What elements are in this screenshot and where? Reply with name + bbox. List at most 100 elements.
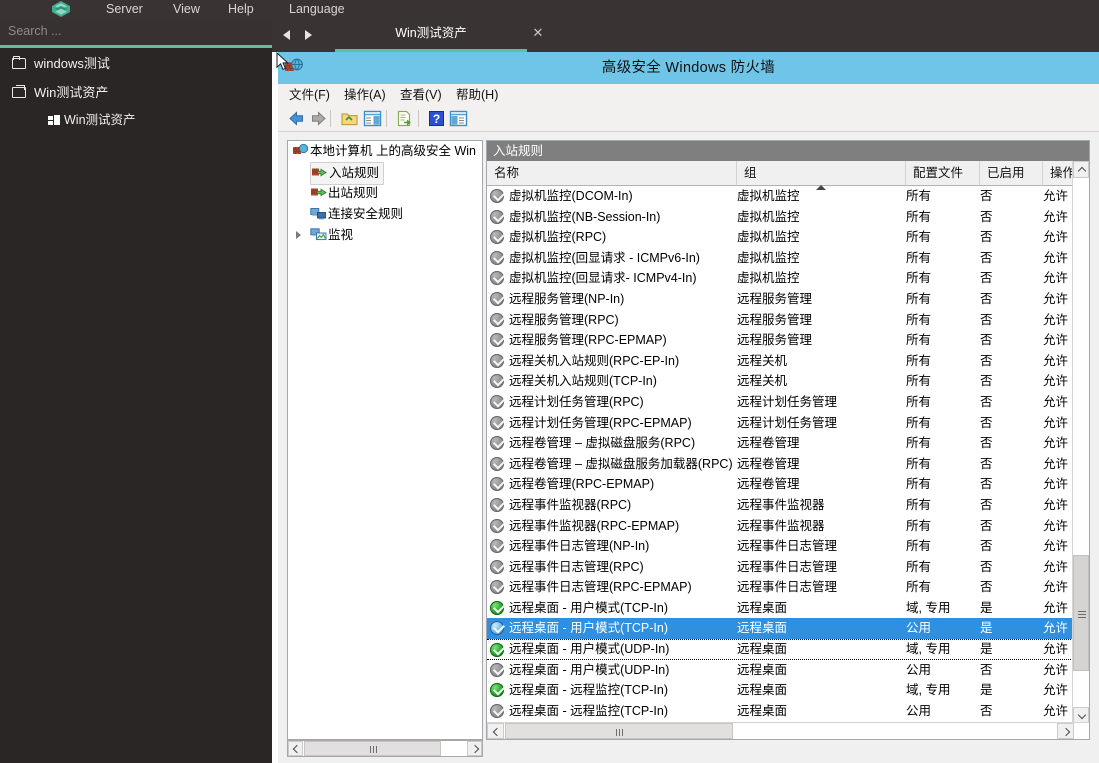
cell-enabled: 是 <box>980 642 993 657</box>
column-header-name[interactable]: 名称 <box>487 161 737 186</box>
table-row[interactable]: 远程计划任务管理(RPC) 远程计划任务管理 所有 否 允许 <box>487 392 1073 413</box>
menu-view[interactable]: View <box>173 0 200 18</box>
sidebar-item-win-test-asset[interactable]: Win测试资产 <box>0 77 272 106</box>
tree-item-inbound-rules[interactable]: 入站规则 <box>288 162 482 185</box>
list-vscrollbar[interactable] <box>1072 161 1089 724</box>
table-row[interactable]: 远程事件日志管理(RPC) 远程事件日志管理 所有 否 允许 <box>487 557 1073 578</box>
rule-disabled-icon <box>490 415 506 430</box>
sidebar-item-windows-test[interactable]: windows测试 <box>0 48 272 77</box>
hscroll-thumb[interactable] <box>505 723 733 739</box>
table-row[interactable]: 远程关机入站规则(TCP-In) 远程关机 所有 否 允许 <box>487 371 1073 392</box>
chevron-right-icon[interactable] <box>467 741 482 756</box>
cell-name: 远程卷管理 – 虚拟磁盘服务加载器(RPC) <box>509 456 733 471</box>
rule-enabled-icon <box>490 643 506 658</box>
menu-action[interactable]: 操作(A) <box>344 84 386 106</box>
column-header-action[interactable]: 操作 <box>1043 161 1075 186</box>
menu-server[interactable]: Server <box>106 0 143 18</box>
table-row[interactable]: 虚拟机监控(RPC) 虚拟机监控 所有 否 允许 <box>487 227 1073 248</box>
sidebar-item-win-test-asset-host[interactable]: Win测试资产 <box>0 106 272 135</box>
show-hide-console-tree-icon[interactable] <box>363 109 382 128</box>
tree-item-outbound-rules[interactable]: 出站规则 <box>288 183 482 204</box>
table-row[interactable]: 虚拟机监控(回显请求 - ICMPv6-In) 虚拟机监控 所有 否 允许 <box>487 248 1073 269</box>
check-icon <box>492 313 506 326</box>
rule-disabled-icon <box>490 374 506 389</box>
check-icon <box>492 601 506 614</box>
table-row[interactable]: 虚拟机监控(NB-Session-In) 虚拟机监控 所有 否 允许 <box>487 207 1073 228</box>
cell-name: 远程桌面 - 用户模式(UDP-In) <box>509 642 670 657</box>
cell-group: 远程计划任务管理 <box>737 415 838 430</box>
cell-profile: 公用 <box>906 662 932 677</box>
console-tree-hscrollbar[interactable] <box>287 740 483 757</box>
chevron-up-icon[interactable] <box>1073 161 1089 178</box>
column-header-group[interactable]: 组 <box>737 161 906 190</box>
table-row[interactable]: 远程事件日志管理(NP-In) 远程事件日志管理 所有 否 允许 <box>487 536 1073 557</box>
check-icon <box>492 498 506 511</box>
arrow-right-icon[interactable] <box>304 27 318 43</box>
menu-help[interactable]: 帮助(H) <box>456 84 498 106</box>
table-row[interactable]: 远程桌面 - 远程监控(TCP-In) 远程桌面 公用 否 允许 <box>487 701 1073 722</box>
tab-win-test-asset[interactable]: Win测试资产 <box>332 18 530 52</box>
table-row[interactable]: 远程服务管理(RPC-EPMAP) 远程服务管理 所有 否 允许 <box>487 330 1073 351</box>
column-label: 名称 <box>494 166 520 180</box>
table-row[interactable]: 远程事件监视器(RPC) 远程事件监视器 所有 否 允许 <box>487 495 1073 516</box>
sidebar-item-label: windows测试 <box>34 56 110 72</box>
show-action-pane-icon[interactable] <box>449 109 468 128</box>
rules-rows[interactable]: 虚拟机监控(DCOM-In) 虚拟机监控 所有否允许 虚拟机监控(NB-Session… <box>487 186 1073 724</box>
table-row[interactable]: 远程桌面 - 用户模式(UDP-In) 远程桌面 域, 专用 是 允许 <box>487 639 1073 660</box>
cell-action: 允许 <box>1043 559 1069 574</box>
console-tree[interactable]: 本地计算机 上的高级安全 Win 入站规则 出站规则 连接安全规则 监视 <box>287 140 483 740</box>
menu-language[interactable]: Language <box>289 0 345 18</box>
tree-item-monitoring[interactable]: 监视 <box>288 225 482 246</box>
hscroll-thumb[interactable] <box>304 741 441 756</box>
check-icon <box>492 374 506 387</box>
chevron-right-icon[interactable] <box>1057 723 1074 739</box>
cell-profile: 所有 <box>906 250 932 265</box>
table-row[interactable]: 远程卷管理(RPC-EPMAP) 远程卷管理 所有 否 允许 <box>487 474 1073 495</box>
table-row[interactable]: 远程计划任务管理(RPC-EPMAP) 远程计划任务管理 所有 否 允许 <box>487 413 1073 434</box>
column-header-enabled[interactable]: 已启用 <box>980 161 1043 186</box>
tree-item-connection-security-rules[interactable]: 连接安全规则 <box>288 204 482 225</box>
chevron-left-icon[interactable] <box>288 741 303 756</box>
cell-profile: 所有 <box>906 436 932 451</box>
monitoring-icon <box>310 227 328 242</box>
close-icon[interactable]: ✕ <box>531 26 545 40</box>
table-row[interactable]: 远程事件日志管理(RPC-EPMAP) 远程事件日志管理 所有 否 允许 <box>487 577 1073 598</box>
menu-help[interactable]: Help <box>228 0 254 18</box>
back-icon[interactable] <box>287 109 306 128</box>
mmc-menubar: 文件(F) 操作(A) 查看(V) 帮助(H) <box>278 84 1099 106</box>
cell-name: 远程服务管理(NP-In) <box>509 291 625 306</box>
table-row[interactable]: 远程卷管理 – 虚拟磁盘服务(RPC) 远程卷管理 所有 否 允许 <box>487 433 1073 454</box>
cell-group: 远程桌面 <box>737 662 788 677</box>
chevron-left-icon[interactable] <box>487 723 504 739</box>
cell-group: 远程卷管理 <box>737 456 800 471</box>
table-row[interactable]: 虚拟机监控(DCOM-In) 虚拟机监控 所有 否 允许 <box>487 186 1073 207</box>
rule-disabled-icon <box>490 291 506 306</box>
show-folder-icon[interactable] <box>340 109 359 128</box>
menu-file[interactable]: 文件(F) <box>289 84 330 106</box>
arrow-left-icon[interactable] <box>282 27 296 43</box>
table-row[interactable]: 远程服务管理(RPC) 远程服务管理 所有 否 允许 <box>487 310 1073 331</box>
rules-list-pane[interactable]: 入站规则 名称 组 配置文件 已启用 操作 虚拟机监控(DCOM-In) 虚拟机… <box>486 140 1090 740</box>
tree-root-node[interactable]: 本地计算机 上的高级安全 Win <box>288 141 482 162</box>
table-row[interactable]: 远程桌面 - 用户模式(TCP-In) 远程桌面 域, 专用 是 允许 <box>487 598 1073 619</box>
table-row[interactable]: 远程卷管理 – 虚拟磁盘服务加载器(RPC) 远程卷管理 所有 否 允许 <box>487 454 1073 475</box>
table-row[interactable]: 远程桌面 - 用户模式(TCP-In) 远程桌面 公用 是 允许 <box>487 618 1073 640</box>
table-row[interactable]: 远程桌面 - 用户模式(UDP-In) 远程桌面 公用 否 允许 <box>487 660 1073 681</box>
table-row[interactable]: 远程桌面 - 远程监控(TCP-In) 远程桌面 域, 专用 是 允许 <box>487 680 1073 701</box>
list-hscrollbar[interactable] <box>487 722 1089 739</box>
table-row[interactable]: 虚拟机监控(回显请求- ICMPv4-In) 虚拟机监控 所有 否 允许 <box>487 268 1073 289</box>
search-input[interactable]: Search ... <box>0 18 272 45</box>
chevron-right-icon[interactable] <box>296 231 301 239</box>
table-row[interactable]: 远程服务管理(NP-In) 远程服务管理 所有 否 允许 <box>487 289 1073 310</box>
help-icon[interactable]: ? <box>427 109 446 128</box>
export-list-icon[interactable] <box>395 109 414 128</box>
cell-action: 允许 <box>1043 271 1069 286</box>
vscroll-thumb[interactable] <box>1073 555 1089 671</box>
menu-view[interactable]: 查看(V) <box>400 84 442 106</box>
forward-icon[interactable] <box>309 109 328 128</box>
cell-enabled: 否 <box>980 559 993 574</box>
folder-icon <box>12 49 34 78</box>
table-row[interactable]: 远程事件监视器(RPC-EPMAP) 远程事件监视器 所有 否 允许 <box>487 516 1073 537</box>
table-row[interactable]: 远程关机入站规则(RPC-EP-In) 远程关机 所有 否 允许 <box>487 351 1073 372</box>
column-header-profile[interactable]: 配置文件 <box>906 161 980 186</box>
